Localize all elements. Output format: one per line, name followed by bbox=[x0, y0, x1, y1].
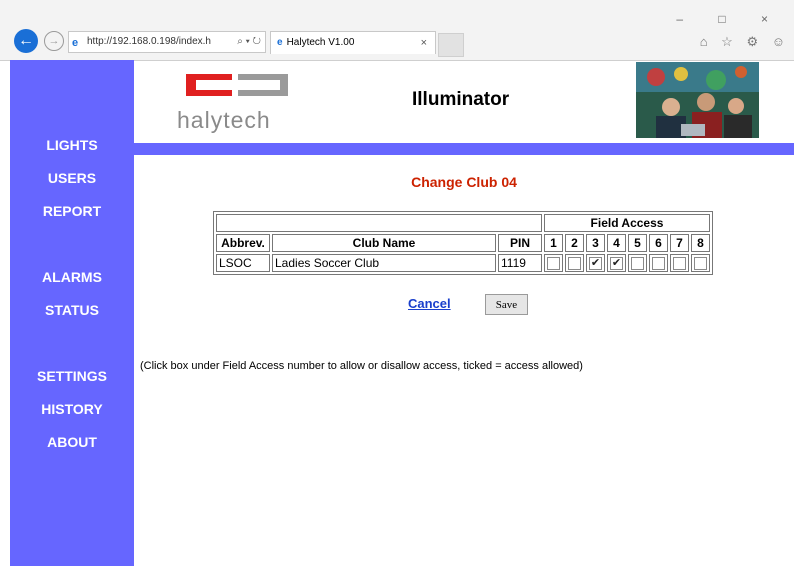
browser-tab[interactable]: e Halytech V1.00 × bbox=[270, 31, 436, 54]
sidebar-item-history[interactable]: HISTORY bbox=[10, 401, 134, 417]
field-6-cell bbox=[649, 254, 668, 272]
help-text: (Click box under Field Access number to … bbox=[140, 360, 583, 372]
field-6-checkbox[interactable] bbox=[652, 257, 665, 271]
field-8-checkbox[interactable] bbox=[694, 257, 707, 271]
club-name-input[interactable]: Ladies Soccer Club bbox=[272, 254, 496, 272]
new-tab-button[interactable] bbox=[438, 33, 464, 57]
header-divider bbox=[134, 143, 794, 155]
field-5-header: 5 bbox=[628, 234, 647, 252]
pin-input[interactable]: 1119 bbox=[498, 254, 542, 272]
field-4-checkbox[interactable]: ✔ bbox=[610, 257, 623, 271]
field-3-cell: ✔ bbox=[586, 254, 605, 272]
toolbar-icons[interactable]: ⌂ ☆ ⚙ ☺ bbox=[700, 34, 790, 50]
blank-header-cell bbox=[216, 214, 542, 232]
browser-chrome: ← → e http://192.168.0.198/index.h ⌕ ▾ ↻ … bbox=[0, 0, 794, 61]
address-url[interactable]: http://192.168.0.198/index.h bbox=[87, 32, 212, 52]
field-1-header: 1 bbox=[544, 234, 563, 252]
field-3-header: 3 bbox=[586, 234, 605, 252]
sidebar-item-alarms[interactable]: ALARMS bbox=[10, 269, 134, 285]
sidebar-item-lights[interactable]: LIGHTS bbox=[10, 137, 134, 153]
table-row: LSOC Ladies Soccer Club 1119 ✔ ✔ bbox=[216, 254, 710, 272]
window-controls[interactable]: – □ × bbox=[676, 12, 784, 26]
address-bar[interactable]: e http://192.168.0.198/index.h ⌕ ▾ ↻ bbox=[68, 31, 266, 53]
field-2-cell bbox=[565, 254, 584, 272]
table-header-row: Abbrev. Club Name PIN 1 2 3 4 5 6 7 8 bbox=[216, 234, 710, 252]
club-name-header: Club Name bbox=[272, 234, 496, 252]
sidebar-item-settings[interactable]: SETTINGS bbox=[10, 368, 134, 384]
club-table: Field Access Abbrev. Club Name PIN 1 2 3… bbox=[213, 211, 713, 275]
field-8-header: 8 bbox=[691, 234, 710, 252]
sidebar-item-about[interactable]: ABOUT bbox=[10, 434, 134, 450]
field-3-checkbox[interactable]: ✔ bbox=[589, 257, 602, 271]
field-6-header: 6 bbox=[649, 234, 668, 252]
ie-icon: e bbox=[72, 37, 79, 49]
forward-arrow-icon[interactable]: → bbox=[44, 31, 64, 51]
field-7-checkbox[interactable] bbox=[673, 257, 686, 271]
sidebar: LIGHTS USERS REPORT ALARMS STATUS SETTIN… bbox=[10, 60, 134, 566]
save-button[interactable]: Save bbox=[485, 294, 528, 315]
ie-tab-icon: e bbox=[277, 37, 283, 48]
back-arrow-icon[interactable]: ← bbox=[14, 29, 38, 53]
tab-title: Halytech V1.00 bbox=[286, 37, 355, 48]
field-1-cell bbox=[544, 254, 563, 272]
sidebar-item-status[interactable]: STATUS bbox=[10, 302, 134, 318]
field-2-header: 2 bbox=[565, 234, 584, 252]
logo-text: halytech bbox=[177, 107, 271, 133]
field-7-header: 7 bbox=[670, 234, 689, 252]
header-photo bbox=[636, 62, 759, 138]
field-8-cell bbox=[691, 254, 710, 272]
field-access-header: Field Access bbox=[544, 214, 710, 232]
field-7-cell bbox=[670, 254, 689, 272]
close-tab-icon[interactable]: × bbox=[421, 32, 427, 54]
field-4-cell: ✔ bbox=[607, 254, 626, 272]
sidebar-item-users[interactable]: USERS bbox=[10, 170, 134, 186]
app-title: Illuminator bbox=[412, 89, 510, 110]
field-4-header: 4 bbox=[607, 234, 626, 252]
field-5-cell bbox=[628, 254, 647, 272]
page-title: Change Club 04 bbox=[411, 174, 517, 190]
field-2-checkbox[interactable] bbox=[568, 257, 581, 271]
sidebar-item-report[interactable]: REPORT bbox=[10, 203, 134, 219]
field-1-checkbox[interactable] bbox=[547, 257, 560, 271]
pin-header: PIN bbox=[498, 234, 542, 252]
abbrev-input[interactable]: LSOC bbox=[216, 254, 270, 272]
abbrev-header: Abbrev. bbox=[216, 234, 270, 252]
cancel-link[interactable]: Cancel bbox=[408, 296, 451, 311]
table-group-header-row: Field Access bbox=[216, 214, 710, 232]
address-tools-icons[interactable]: ⌕ ▾ ↻ bbox=[237, 32, 261, 52]
field-5-checkbox[interactable] bbox=[631, 257, 644, 271]
